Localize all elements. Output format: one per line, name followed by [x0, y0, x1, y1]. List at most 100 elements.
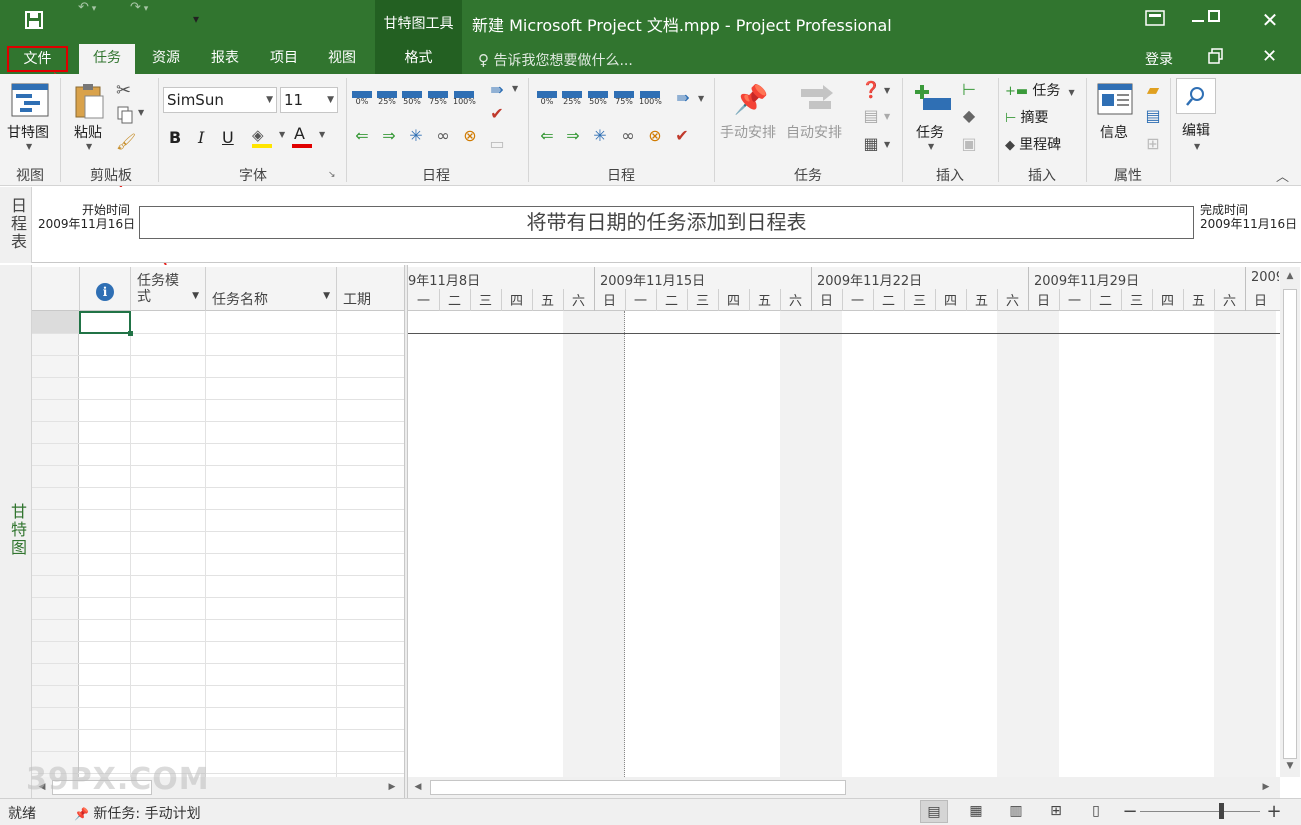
inactivate-icon[interactable]: ▭: [486, 134, 508, 154]
sign-in-link[interactable]: 登录: [1145, 49, 1173, 69]
move-icon[interactable]: ▤: [860, 106, 882, 126]
team-planner-icon[interactable]: ▥: [1002, 800, 1030, 823]
insert-milestone-icon[interactable]: ◆: [958, 106, 980, 126]
auto-schedule-button[interactable]: 自动安排: [784, 80, 848, 144]
insert-summary-button[interactable]: ⊢ 摘要: [1005, 107, 1083, 127]
column-indicators[interactable]: i: [80, 267, 131, 311]
respect-links-icon[interactable]: ✔: [486, 104, 508, 124]
new-tasks-mode[interactable]: 📌 新任务: 手动计划: [74, 803, 201, 823]
column-task-mode[interactable]: 任务模 式 ▼: [131, 267, 206, 311]
add-to-timeline-icon[interactable]: ⊞: [1142, 134, 1164, 154]
undo-icon[interactable]: ↶ ▾: [78, 0, 96, 15]
tab-file[interactable]: 文件: [7, 46, 68, 72]
zoom-in-icon[interactable]: +: [1260, 800, 1288, 823]
tab-format[interactable]: 格式: [375, 44, 462, 74]
chevron-down-icon[interactable]: ▼: [192, 291, 199, 301]
unlink-tasks-icon[interactable]: ⊗: [459, 126, 481, 146]
scroll-right-arrow[interactable]: ▶: [1260, 782, 1272, 792]
mark-on-track-icon[interactable]: ⇛: [486, 80, 508, 100]
fill-color-button[interactable]: ◈ ▼: [252, 126, 288, 148]
indent-icon[interactable]: ⇒: [562, 126, 584, 146]
link-tasks-icon[interactable]: ∞: [617, 126, 639, 146]
split-task-icon[interactable]: ✳: [589, 126, 611, 146]
font-color-button[interactable]: A ▼: [292, 124, 328, 148]
collapse-ribbon-icon[interactable]: ︿: [1276, 166, 1289, 185]
link-tasks-icon[interactable]: ∞: [432, 126, 454, 146]
italic-button[interactable]: I: [198, 128, 204, 147]
scroll-right-arrow[interactable]: ▶: [386, 782, 398, 792]
editing-button[interactable]: 编辑 ▼: [1174, 78, 1218, 158]
percent-75-button[interactable]: 75%: [613, 90, 635, 106]
active-cell[interactable]: [79, 311, 133, 336]
unlink-tasks-icon[interactable]: ⊗: [644, 126, 666, 146]
zoom-slider-thumb[interactable]: [1219, 803, 1224, 819]
restore-window-icon[interactable]: [1208, 48, 1230, 68]
insert-summary-icon[interactable]: ⊢: [958, 80, 980, 100]
percent-100-button[interactable]: 100%: [453, 90, 476, 106]
insert-task-button[interactable]: 任务 ▼: [908, 80, 956, 160]
task-usage-icon[interactable]: ▦: [962, 800, 990, 823]
insert-milestone-button[interactable]: ◆ 里程碑: [1005, 134, 1083, 154]
scroll-thumb[interactable]: [430, 780, 846, 795]
inspect-icon[interactable]: ❓: [860, 80, 882, 100]
select-all-corner[interactable]: [32, 267, 80, 311]
manually-schedule-button[interactable]: 📌 手动安排: [718, 80, 782, 144]
gantt-chart-area[interactable]: [408, 265, 1280, 777]
customize-quick-access-icon[interactable]: ▾: [193, 12, 199, 26]
zoom-slider-track[interactable]: [1140, 811, 1260, 812]
chevron-down-icon[interactable]: ▼: [323, 291, 330, 301]
outdent-icon[interactable]: ⇐: [536, 126, 558, 146]
information-button[interactable]: 信息: [1094, 80, 1138, 144]
column-duration[interactable]: 工期: [337, 267, 404, 311]
underline-button[interactable]: U: [222, 128, 234, 147]
outdent-icon[interactable]: ⇐: [351, 126, 373, 146]
percent-25-button[interactable]: 25%: [376, 90, 398, 106]
save-icon[interactable]: [24, 10, 44, 34]
respect-links-icon[interactable]: ✔: [671, 126, 693, 146]
gantt-chart-button[interactable]: 甘特图 ▼: [4, 80, 56, 160]
scroll-down-arrow[interactable]: ▼: [1280, 761, 1300, 771]
paste-button[interactable]: 粘贴 ▼: [66, 80, 112, 160]
scroll-up-arrow[interactable]: ▲: [1280, 271, 1300, 281]
percent-0-button[interactable]: 0%: [351, 90, 373, 106]
notes-icon[interactable]: ▰: [1142, 80, 1164, 100]
tell-me-search[interactable]: ♀ 告诉我您想要做什么...: [478, 50, 633, 70]
redo-icon[interactable]: ↷ ▾: [130, 0, 148, 15]
details-icon[interactable]: ▤: [1142, 106, 1164, 126]
percent-100-button[interactable]: 100%: [639, 90, 662, 106]
font-name-combo[interactable]: SimSun ▼: [163, 87, 277, 113]
scroll-thumb[interactable]: [1283, 289, 1297, 759]
percent-0-button[interactable]: 0%: [536, 90, 558, 106]
gantt-view-icon[interactable]: ▤: [920, 800, 948, 823]
column-task-name[interactable]: 任务名称 ▼: [206, 267, 337, 311]
close-ribbon-icon[interactable]: ✕: [1262, 46, 1277, 67]
percent-75-button[interactable]: 75%: [427, 90, 449, 106]
insert-task-menu[interactable]: +▬ 任务 ▼: [1005, 80, 1083, 100]
scroll-left-arrow[interactable]: ◀: [412, 782, 424, 792]
cut-icon[interactable]: ✂: [116, 80, 131, 101]
split-task-icon[interactable]: ✳: [405, 126, 427, 146]
resource-sheet-icon[interactable]: ⊞: [1042, 800, 1070, 823]
percent-50-button[interactable]: 50%: [587, 90, 609, 106]
vertical-scrollbar[interactable]: ▲ ▼: [1280, 267, 1300, 777]
format-painter-icon[interactable]: 🖌: [116, 132, 136, 151]
maximize-icon[interactable]: [1194, 8, 1234, 22]
row-header-selected[interactable]: [32, 311, 79, 333]
mark-on-track-icon[interactable]: ⇛: [672, 88, 694, 108]
timeline-bar[interactable]: 将带有日期的任务添加到日程表: [139, 206, 1194, 239]
indent-icon[interactable]: ⇒: [378, 126, 400, 146]
tab-project[interactable]: 项目: [258, 44, 310, 74]
dialog-launcher-icon[interactable]: ↘: [328, 170, 336, 180]
font-size-combo[interactable]: 11 ▼: [280, 87, 338, 113]
percent-50-button[interactable]: 50%: [401, 90, 423, 106]
copy-icon[interactable]: ▼: [116, 106, 144, 126]
bold-button[interactable]: B: [169, 128, 181, 147]
insert-deliverable-icon[interactable]: ▣: [958, 134, 980, 154]
percent-25-button[interactable]: 25%: [561, 90, 583, 106]
close-icon[interactable]: ✕: [1250, 8, 1290, 32]
chart-horizontal-scrollbar[interactable]: ◀ ▶: [408, 777, 1280, 798]
report-icon[interactable]: ▯: [1082, 800, 1110, 823]
mode-icon[interactable]: ▦: [860, 134, 882, 154]
ribbon-display-options-icon[interactable]: [1145, 10, 1177, 34]
tab-view[interactable]: 视图: [316, 44, 368, 74]
